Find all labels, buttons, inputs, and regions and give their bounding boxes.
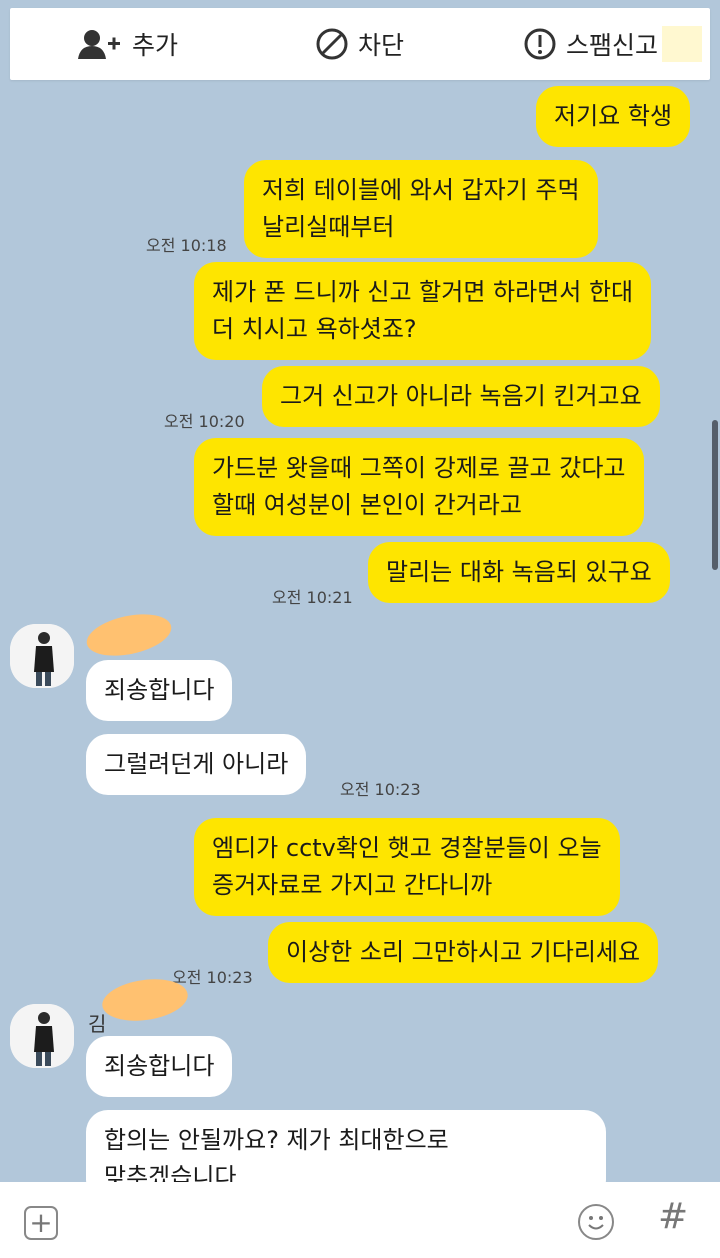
my-message[interactable]: 제가 폰 드니까 신고 할거면 하라면서 한대 더 치시고 욕하셧죠? [194,262,652,360]
message-line: 날리실때부터 [262,213,395,241]
my-message[interactable]: 가드분 왓을때 그쪽이 강제로 끌고 갔다고 할때 여성분이 본인이 간거라고 [194,438,644,536]
message-time: 오전 10:18 [146,236,227,255]
message-list: 저기요 학생 저희 테이블에 와서 갑자기 주먹 날리실때부터 오전 10:18… [0,0,720,1258]
message-text: 죄송합니다 [104,676,215,704]
message-time: 오전 10:20 [164,412,245,431]
message-text: 저기요 학생 [554,102,673,130]
censor-mark [99,974,191,1026]
their-message[interactable]: 죄송합니다 [86,1036,233,1097]
message-line: 할때 여성분이 본인이 간거라고 [212,491,522,519]
my-message[interactable]: 이상한 소리 그만하시고 기다리세요 [268,922,659,983]
my-message[interactable]: 저기요 학생 [536,86,691,147]
avatar[interactable] [10,1004,74,1068]
smile-face-icon [588,1216,604,1230]
message-line: 가드분 왓을때 그쪽이 강제로 끌고 갔다고 [212,454,626,482]
message-time: 오전 10:23 [172,968,253,987]
hashtag-icon[interactable]: # [658,1196,688,1237]
message-time: 오전 10:23 [340,780,421,799]
message-text: 그럴려던게 아니라 [104,750,289,778]
message-line: 제가 폰 드니까 신고 할거면 하라면서 한대 [212,278,634,306]
sender-name: 김 [88,1012,107,1036]
their-message[interactable]: 그럴려던게 아니라 [86,734,307,795]
message-time: 오전 10:21 [272,588,353,607]
avatar[interactable] [10,624,74,688]
my-message[interactable]: 말리는 대화 녹음되 있구요 [368,542,670,603]
input-bar: + # [0,1182,720,1258]
plus-square-icon[interactable]: + [24,1206,58,1240]
person-photo-icon [10,1004,74,1068]
my-message[interactable]: 그거 신고가 아니라 녹음기 킨거고요 [262,366,660,427]
message-text: 죄송합니다 [104,1052,215,1080]
message-text: 그거 신고가 아니라 녹음기 킨거고요 [280,382,642,410]
my-message[interactable]: 엠디가 cctv확인 햇고 경찰분들이 오늘 증거자료로 가지고 간다니까 [194,818,620,916]
message-line: 더 치시고 욕하셧죠? [212,315,417,343]
scrollbar[interactable] [712,420,718,570]
their-message[interactable]: 죄송합니다 [86,660,233,721]
message-line: 증거자료로 가지고 간다니까 [212,871,493,899]
message-line: 저희 테이블에 와서 갑자기 주먹 [262,176,580,204]
message-line: 엠디가 cctv확인 햇고 경찰분들이 오늘 [212,834,602,862]
message-line: 합의는 안될까요? 제가 최대한으로 [104,1126,449,1154]
smile-icon[interactable] [578,1204,614,1240]
my-message[interactable]: 저희 테이블에 와서 갑자기 주먹 날리실때부터 [244,160,598,258]
message-text: 말리는 대화 녹음되 있구요 [386,558,652,586]
message-text: 이상한 소리 그만하시고 기다리세요 [286,938,641,966]
person-photo-icon [10,624,74,688]
